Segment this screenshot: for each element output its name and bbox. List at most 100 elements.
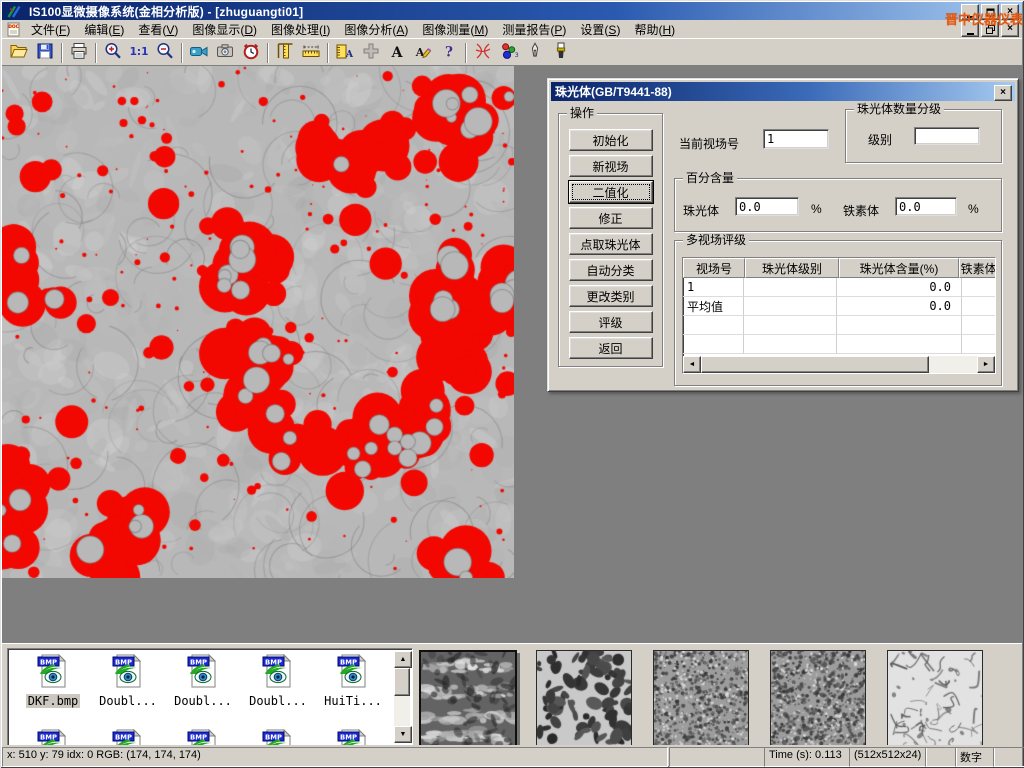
change-class-button[interactable]: 更改类别 xyxy=(569,285,653,307)
menu-item-v[interactable]: 查看(V) xyxy=(131,20,185,39)
operations-group-label: 操作 xyxy=(567,106,597,120)
vscroll-down-button[interactable]: ▼ xyxy=(394,726,412,743)
metallograph-image[interactable] xyxy=(2,66,514,578)
toolbar-save-button[interactable] xyxy=(32,41,58,65)
menu-item-i[interactable]: 图像处理(I) xyxy=(264,20,337,39)
toolbar-grain-curve-button[interactable] xyxy=(470,41,496,65)
file-item-0[interactable]: BMPDKF.bmp xyxy=(16,653,90,708)
grade-input[interactable] xyxy=(914,127,980,145)
ruler-icon xyxy=(301,41,321,64)
annotate-icon: A xyxy=(413,41,433,64)
file-item-row2-1[interactable]: BMP xyxy=(91,728,165,746)
vscroll-up-button[interactable]: ▲ xyxy=(394,651,412,668)
hscroll-right-button[interactable]: ► xyxy=(977,356,995,373)
toolbar-measure-text-button[interactable]: A xyxy=(332,41,358,65)
operations-group: 操作 初始化新视场二值化修正点取珠光体自动分类更改类别评级返回 xyxy=(558,113,663,367)
toolbar-count-particles-button[interactable]: 3 xyxy=(496,41,522,65)
table-header-0[interactable]: 视场号 xyxy=(683,258,745,278)
hscroll-thumb[interactable] xyxy=(701,356,929,373)
table-row-2[interactable] xyxy=(683,316,995,335)
table-cell xyxy=(744,316,837,335)
table-row-0[interactable]: 10.0 xyxy=(683,278,995,297)
toolbar-pen-button[interactable] xyxy=(522,41,548,65)
file-item-1[interactable]: BMPDoubl... xyxy=(91,653,165,708)
ferrite-label: 铁素体 xyxy=(843,202,879,219)
file-list-scrollbar[interactable]: ▲ ▼ xyxy=(394,651,410,743)
pick-pearlite-button[interactable]: 点取珠光体 xyxy=(569,233,653,255)
initialize-button[interactable]: 初始化 xyxy=(569,129,653,151)
status-time: Time (s): 0.113 xyxy=(764,747,850,767)
hscroll-track[interactable] xyxy=(929,356,977,373)
menu-item-d[interactable]: 图像显示(D) xyxy=(185,20,264,39)
file-item-3[interactable]: BMPDoubl... xyxy=(241,653,315,708)
dialog-close-button[interactable]: × xyxy=(994,85,1012,101)
document-system-icon[interactable]: DOC xyxy=(4,21,22,37)
svg-text:A: A xyxy=(345,49,354,60)
table-header-3[interactable]: 铁素体含量(%) xyxy=(959,258,996,278)
file-item-row2-3[interactable]: BMP xyxy=(241,728,315,746)
toolbar-text-button[interactable]: A xyxy=(384,41,410,65)
thumb-coarse-blobs[interactable] xyxy=(536,650,632,746)
table-header-1[interactable]: 珠光体级别 xyxy=(745,258,839,278)
svg-text:A: A xyxy=(391,45,404,61)
table-cell xyxy=(744,335,837,354)
correct-button[interactable]: 修正 xyxy=(569,207,653,229)
toolbar-snapshot-button[interactable] xyxy=(212,41,238,65)
menu-item-m[interactable]: 图像测量(M) xyxy=(415,20,495,39)
count-particles-icon: 3 xyxy=(499,41,519,64)
toolbar-zoom-out-button[interactable] xyxy=(152,41,178,65)
rating-table: 视场号珠光体级别珠光体含量(%)铁素体含量(%) 10.0平均值0.0 ◄ ► xyxy=(682,257,996,374)
thumb-fine-speckle-1[interactable] xyxy=(653,650,749,746)
toolbar-print-button[interactable] xyxy=(66,41,92,65)
menu-item-p[interactable]: 测量报告(P) xyxy=(495,20,573,39)
hscroll-left-button[interactable]: ◄ xyxy=(683,356,701,373)
table-hscrollbar[interactable]: ◄ ► xyxy=(683,356,995,373)
toolbar-annotate-button[interactable]: A xyxy=(410,41,436,65)
thumb-fine-speckle-2[interactable] xyxy=(770,650,866,746)
toolbar-zoom-in-button[interactable] xyxy=(100,41,126,65)
file-item-row2-4[interactable]: BMP xyxy=(316,728,390,746)
menu-item-e[interactable]: 编辑(E) xyxy=(77,20,131,39)
multifield-group: 多视场评级 视场号珠光体级别珠光体含量(%)铁素体含量(%) 10.0平均值0.… xyxy=(674,240,1002,386)
toolbar-brush-button[interactable] xyxy=(548,41,574,65)
ferrite-input[interactable] xyxy=(895,197,957,216)
menu-item-s[interactable]: 设置(S) xyxy=(573,20,627,39)
toolbar-timer-button[interactable] xyxy=(238,41,264,65)
menu-item-a[interactable]: 图像分析(A) xyxy=(337,20,415,39)
vscroll-thumb[interactable] xyxy=(394,668,410,696)
table-row-1[interactable]: 平均值0.0 xyxy=(683,297,995,316)
toolbar-open-button[interactable] xyxy=(6,41,32,65)
return-button[interactable]: 返回 xyxy=(569,337,653,359)
table-row-3[interactable] xyxy=(683,335,995,354)
auto-classify-button[interactable]: 自动分类 xyxy=(569,259,653,281)
table-cell: 1 xyxy=(683,278,744,297)
table-cell: 平均值 xyxy=(683,297,744,316)
thumb-light-flakes[interactable] xyxy=(887,650,983,746)
file-list: ▲ ▼ BMPDKF.bmpBMPBMPDoubl...BMPBMPDoubl.… xyxy=(7,648,413,746)
toolbar-actual-size-button[interactable]: 1:1 xyxy=(126,41,152,65)
binarize-button[interactable]: 二值化 xyxy=(569,181,653,203)
toolbar-ruler-button[interactable] xyxy=(298,41,324,65)
rate-button[interactable]: 评级 xyxy=(569,311,653,333)
bmp-file-icon: BMP xyxy=(261,678,295,692)
toolbar-video-camera-button[interactable] xyxy=(186,41,212,65)
file-item-4[interactable]: BMPHuiTi... xyxy=(316,653,390,708)
current-field-input[interactable] xyxy=(763,129,829,149)
menu-item-f[interactable]: 文件(F) xyxy=(24,20,77,39)
file-item-row2-2[interactable]: BMP xyxy=(166,728,240,746)
toolbar-height-gauge-button[interactable] xyxy=(272,41,298,65)
snapshot-icon xyxy=(215,41,235,64)
toolbar-help-button[interactable]: ? xyxy=(436,41,462,65)
grain-curve-icon xyxy=(473,41,493,64)
menu-item-h[interactable]: 帮助(H) xyxy=(627,20,682,39)
thumb-banded-dark[interactable] xyxy=(419,650,517,748)
pearlite-input[interactable] xyxy=(735,197,799,216)
timer-icon xyxy=(241,41,261,64)
table-header-2[interactable]: 珠光体含量(%) xyxy=(839,258,959,278)
toolbar-move-cross-button[interactable] xyxy=(358,41,384,65)
new-field-button[interactable]: 新视场 xyxy=(569,155,653,177)
file-item-2[interactable]: BMPDoubl... xyxy=(166,653,240,708)
vscroll-track[interactable] xyxy=(394,696,410,726)
app-window: { "window": { "title": "IS100显微摄像系统(金相分析… xyxy=(0,0,1024,768)
file-item-row2-0[interactable]: BMP xyxy=(16,728,90,746)
